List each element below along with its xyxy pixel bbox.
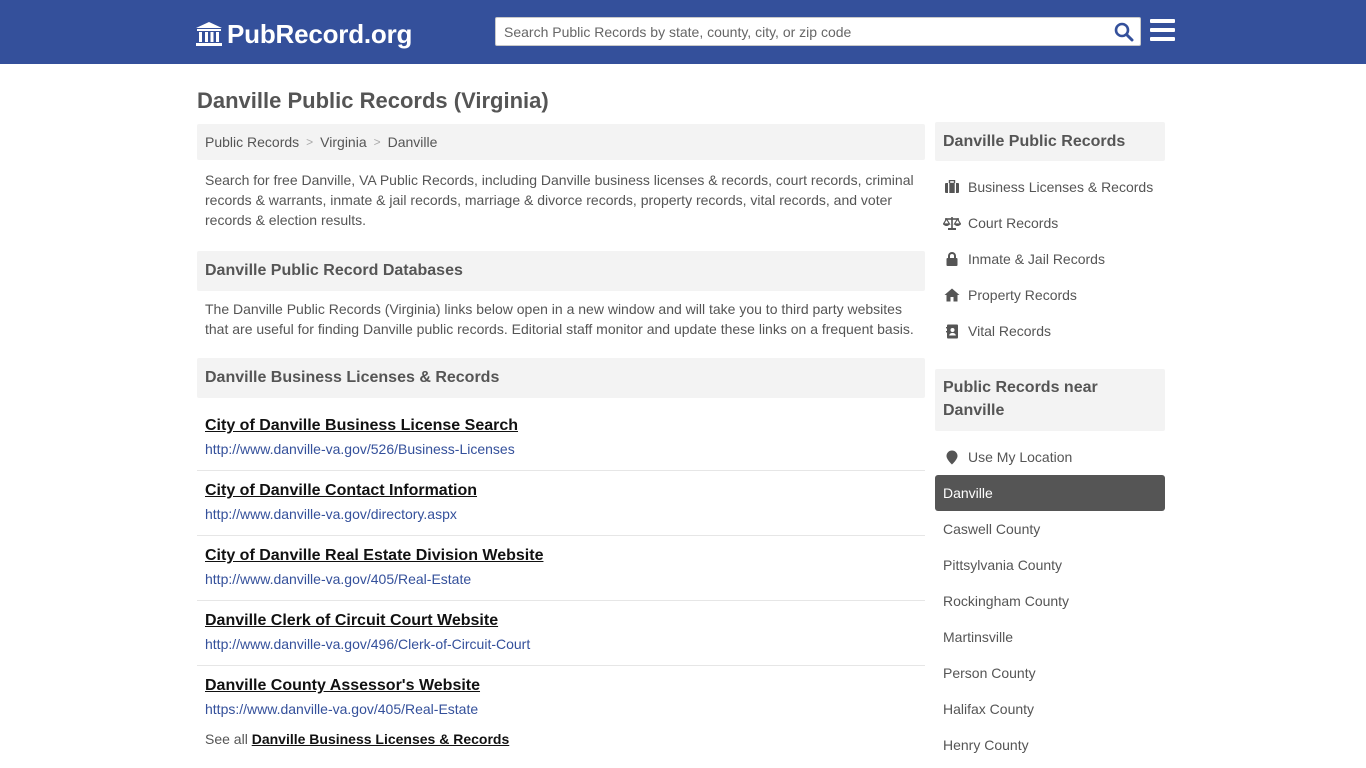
record-url: http://www.danville-va.gov/405/Real-Esta…: [205, 571, 472, 587]
use-my-location-label: Use My Location: [968, 449, 1073, 465]
breadcrumb-link-danville[interactable]: Danville: [388, 134, 438, 150]
nearby-item-danville[interactable]: Danville: [935, 475, 1165, 511]
sidebar-item-label: Business Licenses & Records: [968, 179, 1154, 195]
hamburger-menu-icon[interactable]: [1150, 19, 1175, 41]
business-heading: Danville Business Licenses & Records: [197, 358, 925, 398]
databases-heading: Danville Public Record Databases: [197, 251, 925, 291]
record-item: City of Danville Business License Search…: [197, 406, 925, 471]
record-url: https://www.danville-va.gov/405/Real-Est…: [205, 701, 479, 717]
sidebar-records-heading: Danville Public Records: [935, 122, 1165, 161]
record-title-link[interactable]: City of Danville Contact Information: [205, 480, 925, 502]
record-title-link[interactable]: City of Danville Business License Search: [205, 415, 925, 437]
record-url: http://www.danville-va.gov/directory.asp…: [205, 506, 457, 522]
sidebar-item-vital[interactable]: Vital Records: [935, 313, 1165, 349]
record-item: City of Danville Real Estate Division We…: [197, 536, 925, 601]
page-title: Danville Public Records (Virginia): [197, 88, 549, 113]
lock-icon: [943, 251, 961, 267]
nearby-item-pittsylvania-county[interactable]: Pittsylvania County: [935, 547, 1165, 583]
site-logo[interactable]: PubRecord.org: [195, 18, 412, 50]
scales-icon: [943, 215, 961, 231]
search-input[interactable]: [496, 18, 1106, 45]
sidebar-item-label: Property Records: [968, 287, 1077, 303]
record-title-link[interactable]: Danville Clerk of Circuit Court Website: [205, 610, 925, 632]
nearby-item-henry-county[interactable]: Henry County: [935, 727, 1165, 763]
see-all-link[interactable]: Danville Business Licenses & Records: [252, 731, 510, 747]
intro-text: Search for free Danville, VA Public Reco…: [205, 172, 914, 228]
breadcrumb-link-public-records[interactable]: Public Records: [205, 134, 299, 150]
record-item: Danville County Assessor's Website https…: [197, 666, 925, 731]
see-all-prefix: See all: [205, 731, 248, 747]
home-icon: [943, 287, 961, 303]
nearby-item-person-county[interactable]: Person County: [935, 655, 1165, 691]
nearby-item-halifax-county[interactable]: Halifax County: [935, 691, 1165, 727]
nearby-item-rockingham-county[interactable]: Rockingham County: [935, 583, 1165, 619]
search-box: [495, 17, 1141, 46]
search-icon[interactable]: [1114, 22, 1134, 42]
sidebar-item-court[interactable]: Court Records: [935, 205, 1165, 241]
nearby-item-martinsville[interactable]: Martinsville: [935, 619, 1165, 655]
record-url: http://www.danville-va.gov/496/Clerk-of-…: [205, 636, 531, 652]
sidebar-item-label: Court Records: [968, 215, 1059, 231]
record-url: http://www.danville-va.gov/526/Business-…: [205, 441, 515, 457]
briefcase-icon: [943, 179, 961, 195]
sidebar-item-inmate[interactable]: Inmate & Jail Records: [935, 241, 1165, 277]
nearby-item-caswell-county[interactable]: Caswell County: [935, 511, 1165, 547]
databases-description: The Danville Public Records (Virginia) l…: [205, 301, 914, 337]
record-item: City of Danville Contact Information htt…: [197, 471, 925, 536]
courthouse-icon: [196, 22, 222, 46]
record-title-link[interactable]: City of Danville Real Estate Division We…: [205, 545, 925, 567]
record-title-link[interactable]: Danville County Assessor's Website: [205, 675, 925, 697]
map-pin-icon: [943, 449, 961, 465]
top-navigation-bar: PubRecord.org: [0, 0, 1366, 64]
sidebar-item-label: Vital Records: [968, 323, 1052, 339]
breadcrumb-link-virginia[interactable]: Virginia: [320, 134, 366, 150]
logo-text: PubRecord.org: [227, 18, 413, 49]
sidebar-item-label: Inmate & Jail Records: [968, 251, 1105, 267]
use-my-location-button[interactable]: Use My Location: [935, 439, 1165, 475]
sidebar-item-business[interactable]: Business Licenses & Records: [935, 169, 1165, 205]
breadcrumb-separator-icon: >: [306, 135, 314, 149]
sidebar-item-property[interactable]: Property Records: [935, 277, 1165, 313]
contact-book-icon: [943, 323, 961, 339]
breadcrumb: Public Records > Virginia > Danville: [197, 124, 925, 160]
sidebar-records-list: Business Licenses & Records Court Record…: [935, 169, 1165, 349]
breadcrumb-separator-icon: >: [373, 135, 381, 149]
sidebar-nearby-heading: Public Records near Danville: [935, 369, 1165, 431]
sidebar-nearby-list: Use My Location Danville Caswell County …: [935, 439, 1165, 763]
see-all-row: See all Danville Business Licenses & Rec…: [205, 731, 509, 747]
record-list: City of Danville Business License Search…: [197, 406, 925, 731]
record-item: Danville Clerk of Circuit Court Website …: [197, 601, 925, 666]
